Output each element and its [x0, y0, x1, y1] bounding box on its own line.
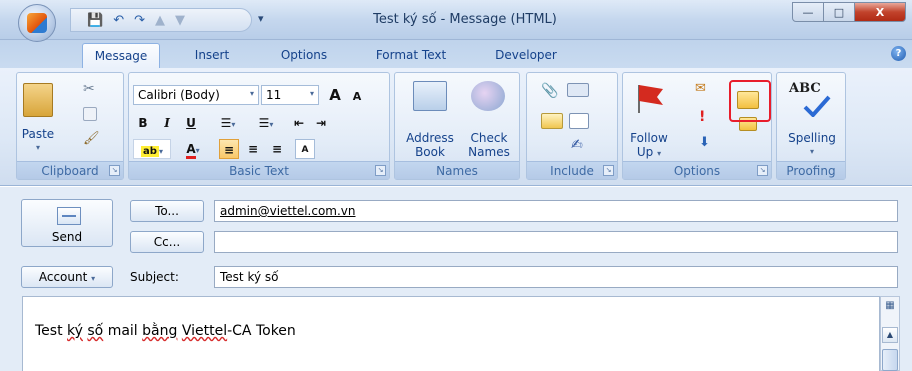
- format-painter-icon[interactable]: 🖌: [83, 131, 101, 147]
- check-names-icon[interactable]: [471, 81, 505, 111]
- shrink-font-button[interactable]: A: [347, 87, 367, 107]
- attach-file-icon[interactable]: 📎: [541, 83, 558, 99]
- to-button[interactable]: To...: [130, 200, 204, 222]
- to-field[interactable]: admin@viettel.com.vn: [214, 200, 898, 222]
- send-label: Send: [51, 230, 83, 244]
- quick-access-toolbar: 💾 ↶ ↷ ▲ ▼: [70, 8, 252, 32]
- options-group-label: Options: [623, 161, 771, 179]
- maximize-button[interactable]: □: [823, 2, 855, 22]
- cut-icon[interactable]: ✂: [83, 81, 99, 97]
- bullets-icon[interactable]: ☰▾: [211, 113, 245, 133]
- numbering-icon[interactable]: ☰▾: [249, 113, 283, 133]
- save-icon[interactable]: 💾: [87, 13, 103, 28]
- basic-text-group-label: Basic Text: [129, 161, 389, 179]
- signature-icon[interactable]: ✍: [571, 137, 583, 153]
- align-left-icon[interactable]: ≡: [219, 139, 239, 159]
- align-center-icon[interactable]: ≡: [243, 139, 263, 159]
- send-icon: [57, 207, 81, 225]
- proofing-group-label: Proofing: [777, 161, 845, 179]
- close-button[interactable]: X: [854, 2, 906, 22]
- address-book-icon[interactable]: [413, 81, 447, 111]
- group-include: 📎 ✍ Include ↘: [526, 72, 618, 180]
- copy-icon[interactable]: [83, 107, 97, 121]
- send-button[interactable]: Send: [21, 199, 113, 247]
- italic-button[interactable]: I: [157, 113, 177, 133]
- font-color-icon[interactable]: A▾: [175, 139, 211, 159]
- styles-icon[interactable]: A: [295, 139, 315, 159]
- follow-up-flag-icon[interactable]: [633, 81, 669, 115]
- tab-insert[interactable]: Insert: [186, 48, 238, 68]
- subject-field[interactable]: Test ký số: [214, 266, 898, 288]
- account-button[interactable]: Account ▾: [21, 266, 113, 288]
- high-importance-icon[interactable]: !: [699, 109, 705, 125]
- scroll-thumb[interactable]: [882, 349, 898, 371]
- message-header: Send To... admin@viettel.com.vn Cc... Ac…: [0, 187, 912, 371]
- highlight-box: [729, 80, 771, 122]
- ribbon-tabs: Message Insert Options Format Text Devel…: [0, 40, 912, 68]
- group-clipboard: Paste ▾ ✂ 🖌 Clipboard ↘: [16, 72, 124, 180]
- options-launcher-icon[interactable]: ↘: [757, 165, 768, 176]
- tab-format-text[interactable]: Format Text: [366, 48, 456, 68]
- office-logo-icon: [27, 13, 47, 33]
- check-names-button[interactable]: Check Names: [459, 131, 519, 159]
- down-arrow-icon[interactable]: ▼: [175, 13, 185, 28]
- underline-button[interactable]: U: [181, 113, 201, 133]
- include-launcher-icon[interactable]: ↘: [603, 165, 614, 176]
- ruler-icon[interactable]: ▦: [884, 300, 896, 314]
- undo-icon[interactable]: ↶: [113, 13, 124, 28]
- low-importance-icon[interactable]: ⬇: [699, 135, 710, 150]
- align-right-icon[interactable]: ≡: [267, 139, 287, 159]
- cc-field[interactable]: [214, 231, 898, 253]
- window-title: Test ký số - Message (HTML): [373, 12, 557, 27]
- window-controls: — □ X: [792, 2, 906, 22]
- follow-up-button[interactable]: Follow Up ▾: [623, 131, 675, 161]
- calendar-icon[interactable]: [569, 113, 589, 129]
- spelling-button[interactable]: Spelling: [777, 131, 847, 145]
- highlight-color-icon[interactable]: ab ▾: [133, 139, 171, 159]
- grow-font-button[interactable]: A: [325, 85, 345, 105]
- names-group-label: Names: [395, 161, 519, 179]
- spelling-dropdown-icon[interactable]: ▾: [777, 145, 847, 159]
- font-size-select[interactable]: 11 ▾: [261, 85, 319, 105]
- bold-button[interactable]: B: [133, 113, 153, 133]
- attach-item-icon[interactable]: [567, 83, 589, 97]
- address-book-button[interactable]: Address Book: [399, 131, 461, 159]
- subject-label: Subject:: [130, 270, 179, 284]
- help-icon[interactable]: ?: [891, 46, 906, 61]
- tab-developer[interactable]: Developer: [486, 48, 566, 68]
- group-basic-text: Calibri (Body) ▾ 11 ▾ A A B I U ☰▾ ☰▾ ⇤ ⇥ …: [128, 72, 390, 180]
- permission-icon[interactable]: ✉: [695, 81, 706, 96]
- scroll-up-icon[interactable]: ▲: [882, 327, 898, 343]
- increase-indent-icon[interactable]: ⇥: [311, 113, 331, 133]
- group-proofing: ABC Spelling ▾ Proofing: [776, 72, 846, 180]
- decrease-indent-icon[interactable]: ⇤: [289, 113, 309, 133]
- office-button[interactable]: [18, 4, 56, 42]
- cc-button[interactable]: Cc...: [130, 231, 204, 253]
- ribbon: Paste ▾ ✂ 🖌 Clipboard ↘ Calibri (Body) ▾ …: [0, 68, 912, 186]
- title-bar: 💾 ↶ ↷ ▲ ▼ ▾ Test ký số - Message (HTML) …: [0, 0, 912, 42]
- clipboard-group-label: Clipboard: [17, 161, 123, 179]
- up-arrow-icon[interactable]: ▲: [155, 13, 165, 28]
- group-names: Address Book Check Names Names: [394, 72, 520, 180]
- business-card-icon[interactable]: [541, 113, 563, 129]
- customize-qat-icon[interactable]: ▾: [258, 12, 264, 25]
- clipboard-launcher-icon[interactable]: ↘: [109, 165, 120, 176]
- message-body[interactable]: Test ký số mail bằng Viettel-CA Token: [22, 296, 880, 371]
- font-name-select[interactable]: Calibri (Body) ▾: [133, 85, 259, 105]
- paste-icon[interactable]: [23, 83, 53, 117]
- tab-message[interactable]: Message: [82, 43, 160, 68]
- tab-options[interactable]: Options: [272, 48, 336, 68]
- paste-dropdown-icon[interactable]: ▾: [17, 141, 59, 155]
- spelling-abc-label: ABC: [789, 81, 821, 96]
- minimize-button[interactable]: —: [792, 2, 824, 22]
- redo-icon[interactable]: ↷: [134, 13, 145, 28]
- vertical-scrollbar[interactable]: ▦ ▲: [880, 296, 900, 371]
- spelling-icon[interactable]: ABC: [789, 81, 835, 117]
- basic-text-launcher-icon[interactable]: ↘: [375, 165, 386, 176]
- paste-button[interactable]: Paste: [17, 127, 59, 141]
- body-text: Test ký số mail bằng Viettel-CA Token: [35, 323, 296, 339]
